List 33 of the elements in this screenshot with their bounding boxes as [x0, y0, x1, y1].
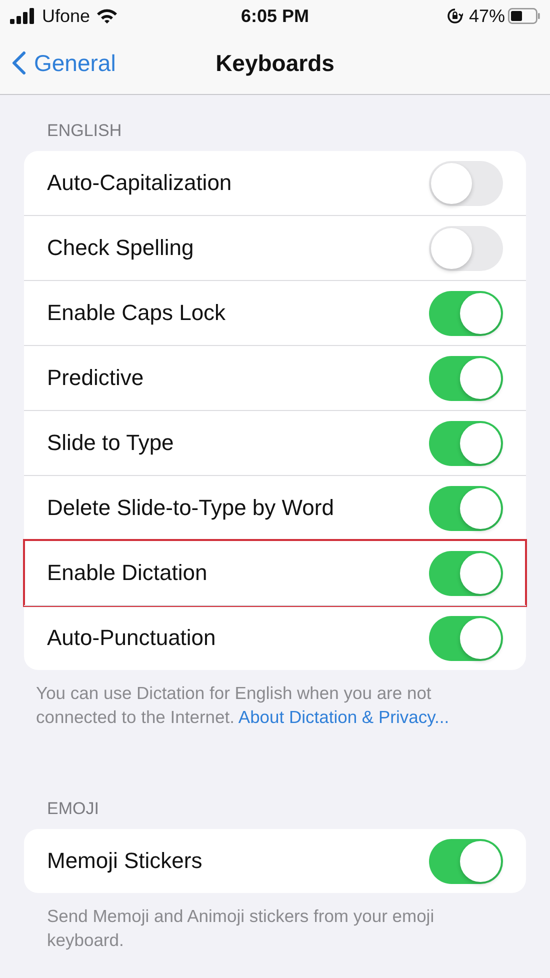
toggle-switch[interactable]	[429, 420, 503, 466]
toggle-switch[interactable]	[429, 486, 503, 530]
back-chevron-icon	[12, 51, 26, 75]
toggle-switch[interactable]	[429, 290, 503, 336]
setting-label: Enable Caps Lock	[47, 300, 226, 326]
signal-icon	[10, 8, 36, 24]
rotation-lock-icon	[446, 8, 463, 24]
wifi-icon	[96, 8, 118, 24]
setting-label: Slide to Type	[47, 430, 174, 456]
page-title: Keyboards	[216, 50, 334, 76]
section-footer: You can use Dictation for English when you are not connected to the Internet. About Dictation & Privacy...	[0, 670, 550, 730]
battery-icon	[508, 8, 540, 24]
setting-label: Auto-Capitalization	[47, 170, 232, 196]
battery-percent: 47%	[468, 6, 505, 26]
section-footer: Send Memoji and Animoji stickers from your emoji keyboard.	[0, 893, 550, 952]
toggle-switch[interactable]	[429, 356, 503, 400]
setting-label: Predictive	[47, 365, 144, 391]
back-button[interactable]: General	[0, 50, 116, 76]
toggle-switch[interactable]	[429, 226, 503, 270]
toggle-switch[interactable]	[429, 838, 503, 884]
section-header: EMOJI	[46, 798, 100, 820]
setting-label: Delete Slide-to-Type by Word	[47, 495, 334, 521]
setting-label: Check Spelling	[47, 235, 194, 261]
setting-label: Enable Dictation	[47, 560, 208, 586]
setting-label: Auto-Punctuation	[47, 625, 216, 651]
about-link[interactable]: About Dictation & Privacy...	[238, 706, 450, 727]
toggle-switch[interactable]	[429, 616, 503, 660]
carrier-name: Ufone	[42, 6, 90, 26]
toggle-switch[interactable]	[429, 550, 503, 596]
status-time: 6:05 PM	[240, 6, 310, 26]
setting-label: Memoji Stickers	[47, 848, 202, 874]
section-header: ENGLISH	[46, 120, 123, 142]
toggle-switch[interactable]	[429, 160, 503, 206]
